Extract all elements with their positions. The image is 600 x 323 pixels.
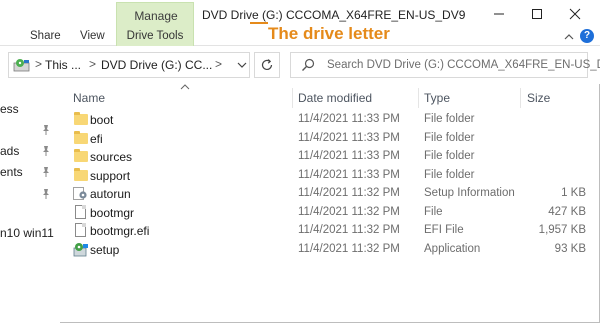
file-row[interactable]: efi 11/4/2021 11:33 PM File folder [66, 130, 600, 148]
breadcrumb-separator: > [89, 57, 97, 71]
address-bar[interactable]: > This ... > DVD Drive (G:) CC... > [8, 52, 250, 78]
dvd-drive-icon [13, 59, 30, 72]
tab-share[interactable]: Share [30, 30, 61, 42]
file-name: sources [90, 150, 133, 164]
breadcrumb-dvd-drive[interactable]: DVD Drive (G:) CC... [101, 58, 212, 72]
file-icon [73, 204, 89, 220]
column-divider[interactable] [520, 88, 521, 108]
file-type: Setup Information [424, 187, 515, 199]
close-icon [569, 8, 581, 20]
address-history-dropdown-icon[interactable] [235, 57, 249, 73]
column-header-name[interactable]: Name [73, 91, 105, 105]
file-type: File folder [424, 168, 475, 181]
breadcrumb-separator: > [215, 57, 223, 71]
drive-letter-annotation: The drive letter [268, 24, 390, 43]
tab-drive-tools[interactable]: Drive Tools [116, 30, 194, 42]
search-icon [302, 58, 315, 71]
expand-ribbon-chevron-icon[interactable] [562, 30, 576, 44]
file-list: Name Date modified Type Size boot 11/4/2… [66, 84, 600, 323]
file-name: boot [90, 113, 114, 127]
setup-information-icon [73, 186, 89, 201]
file-date-modified: 11/4/2021 11:33 PM [298, 131, 400, 144]
file-name: autorun [90, 187, 131, 201]
file-type: EFI File [424, 224, 464, 236]
pin-icon [43, 146, 49, 156]
file-icon [73, 223, 89, 238]
file-row[interactable]: bootmgr.efi 11/4/2021 11:32 PM EFI File … [66, 222, 600, 240]
file-date-modified: 11/4/2021 11:32 PM [298, 187, 400, 199]
file-name: bootmgr [90, 205, 135, 220]
file-date-modified: 11/4/2021 11:32 PM [298, 224, 400, 236]
search-box[interactable]: Search DVD Drive (G:) CCCOMA_X64FRE_EN-U… [290, 52, 600, 78]
breadcrumb-this-pc[interactable]: This ... [45, 58, 81, 72]
file-type: File folder [424, 131, 475, 144]
nav-item-win10-win11[interactable]: n10 win11 [0, 226, 54, 240]
minimize-icon [494, 13, 504, 15]
file-name: bootmgr.efi [90, 224, 150, 238]
file-type: Application [424, 242, 481, 255]
file-size: 1,957 KB [538, 224, 586, 236]
file-type: File folder [424, 113, 475, 125]
folder-icon [73, 149, 89, 164]
file-date-modified: 11/4/2021 11:32 PM [298, 205, 400, 218]
manage-label: Manage [134, 9, 178, 23]
application-icon [73, 242, 89, 257]
column-header-size[interactable]: Size [527, 91, 550, 105]
file-size: 1 KB [561, 187, 586, 199]
file-date-modified: 11/4/2021 11:33 PM [298, 168, 400, 181]
file-size: 93 KB [554, 242, 586, 255]
folder-icon [73, 167, 89, 183]
address-row: > This ... > DVD Drive (G:) CC... > Sear… [0, 46, 600, 84]
column-divider[interactable] [292, 88, 293, 108]
file-row[interactable]: bootmgr 11/4/2021 11:32 PM File 427 KB [66, 204, 600, 222]
maximize-button[interactable] [520, 2, 554, 26]
nav-item-documents[interactable]: ents [0, 165, 23, 179]
search-placeholder: Search DVD Drive (G:) CCCOMA_X64FRE_EN-U… [327, 59, 600, 71]
column-divider[interactable] [418, 88, 419, 108]
file-name: support [90, 168, 131, 183]
window-title: DVD Drive (G:) CCCOMA_X64FRE_EN-US_DV9 [202, 8, 466, 22]
file-date-modified: 11/4/2021 11:33 PM [298, 150, 400, 162]
ribbon: Manage Share View Drive Tools DVD Drive … [0, 0, 600, 46]
file-name: efi [90, 131, 103, 146]
minimize-button[interactable] [482, 2, 516, 26]
file-name: setup [90, 242, 120, 257]
file-row[interactable]: autorun 11/4/2021 11:32 PM Setup Informa… [66, 185, 600, 203]
file-row[interactable]: boot 11/4/2021 11:33 PM File folder [66, 111, 600, 129]
folder-icon [73, 130, 89, 146]
file-type: File [424, 205, 443, 218]
folder-icon [73, 112, 89, 127]
column-header-date-modified[interactable]: Date modified [298, 91, 372, 105]
column-header-type[interactable]: Type [424, 91, 450, 105]
drive-letter-underline [250, 22, 268, 24]
close-button[interactable] [558, 2, 592, 26]
file-row[interactable]: support 11/4/2021 11:33 PM File folder [66, 167, 600, 185]
nav-item-quick-access[interactable]: ess [0, 102, 19, 116]
tab-view[interactable]: View [80, 30, 105, 42]
refresh-icon [261, 59, 273, 71]
breadcrumb-separator: > [35, 57, 43, 71]
pin-icon [43, 125, 49, 135]
file-date-modified: 11/4/2021 11:32 PM [298, 242, 400, 255]
navigation-pane: ess ads ents n10 win11 [0, 84, 60, 323]
pin-icon [43, 189, 49, 199]
maximize-icon [532, 9, 542, 19]
file-type: File folder [424, 150, 475, 162]
help-icon[interactable]: ? [580, 29, 594, 43]
nav-item-downloads[interactable]: ads [0, 144, 19, 158]
file-date-modified: 11/4/2021 11:33 PM [298, 113, 400, 125]
refresh-button[interactable] [254, 52, 280, 78]
file-row[interactable]: setup 11/4/2021 11:32 PM Application 93 … [66, 241, 600, 259]
file-row[interactable]: sources 11/4/2021 11:33 PM File folder [66, 148, 600, 166]
pin-icon [43, 167, 49, 177]
file-size: 427 KB [548, 205, 586, 218]
sort-ascending-icon [180, 84, 190, 90]
